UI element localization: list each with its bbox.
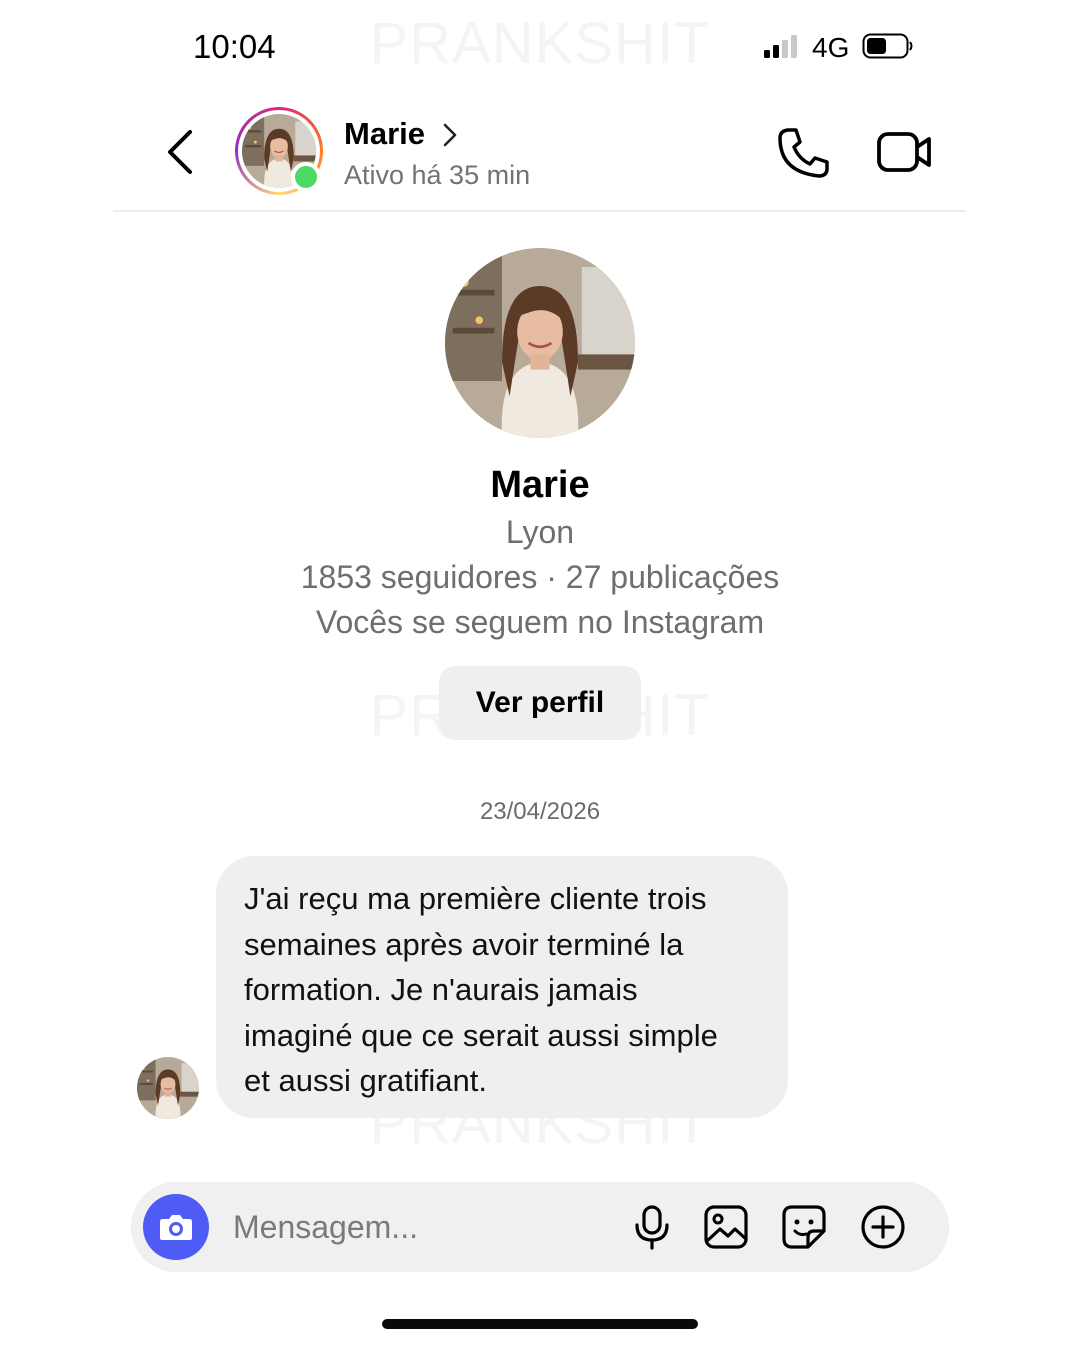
- message-avatar[interactable]: [137, 1057, 199, 1119]
- phone-icon[interactable]: [776, 126, 830, 180]
- profile-portrait: [445, 248, 635, 438]
- gallery-icon[interactable]: [702, 1203, 750, 1251]
- home-indicator[interactable]: [382, 1319, 698, 1329]
- chevron-right-icon[interactable]: [442, 122, 458, 148]
- network-type: 4G: [812, 32, 850, 63]
- message-line: formation. Je n'aurais jamais: [244, 972, 638, 1007]
- message-line: imaginé que ce serait aussi simple: [244, 1017, 718, 1053]
- profile-city: Lyon: [505, 514, 575, 550]
- profile-photo[interactable]: [445, 248, 635, 438]
- header-divider: [113, 210, 966, 212]
- online-indicator: [291, 162, 321, 192]
- camera-icon: [160, 1215, 192, 1240]
- view-profile-button[interactable]: Ver perfil: [439, 666, 641, 740]
- watermark: PRANKSHIT: [0, 10, 1080, 77]
- video-camera-icon[interactable]: [876, 128, 934, 176]
- plus-circle-icon[interactable]: [859, 1203, 907, 1251]
- sticker-icon[interactable]: [780, 1203, 828, 1251]
- header-status: Ativo há 35 min: [344, 160, 531, 190]
- microphone-icon[interactable]: [628, 1203, 676, 1251]
- back-chevron-icon[interactable]: [162, 126, 198, 178]
- profile-stats: 1853 seguidores · 27 publicações: [300, 559, 780, 595]
- status-time: 10:04: [193, 28, 276, 65]
- header-name[interactable]: Marie: [344, 116, 425, 152]
- avatar-photo: [137, 1057, 199, 1119]
- message-line: semaines après avoir terminé la: [244, 926, 684, 962]
- date-separator: 23/04/2026: [479, 798, 601, 825]
- message-line: et aussi gratifiant.: [244, 1063, 487, 1098]
- message-bubble[interactable]: J'ai reçu ma première cliente trois sema…: [216, 856, 788, 1118]
- message-line: J'ai reçu ma première cliente trois: [244, 881, 707, 916]
- camera-button[interactable]: [143, 1194, 209, 1260]
- mutual-follow-note: Vocês se seguem no Instagram: [315, 604, 765, 640]
- profile-name: Marie: [490, 464, 590, 506]
- message-input[interactable]: [233, 1204, 613, 1250]
- signal-icon: [764, 35, 797, 58]
- battery-icon: [862, 33, 913, 59]
